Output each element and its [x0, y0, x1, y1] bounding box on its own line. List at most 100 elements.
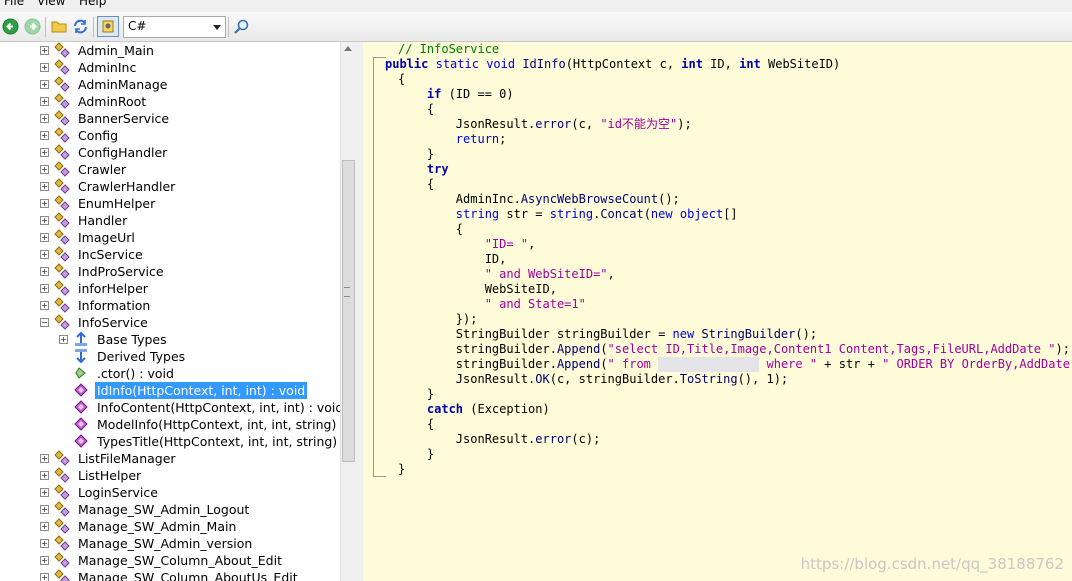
- class-icon: [54, 467, 70, 483]
- expand-icon[interactable]: +: [40, 267, 49, 276]
- tree-label: TypesTitle(HttpContext, int, int, string…: [97, 434, 340, 449]
- menu-file[interactable]: File: [4, 0, 24, 8]
- code-line: JsonResult.error(c, "id不能为空");: [455, 117, 692, 131]
- class-icon: [54, 42, 70, 58]
- code-line: stringBuilder.Append("select ID,Title,Im…: [455, 342, 1070, 356]
- collapse-icon[interactable]: −: [40, 318, 49, 327]
- expand-icon[interactable]: +: [40, 97, 49, 106]
- tree-label: Information: [78, 298, 151, 313]
- search-icon[interactable]: [233, 18, 250, 35]
- class-icon: [54, 501, 70, 517]
- tree-label: ImageUrl: [78, 230, 135, 245]
- forward-arrow-icon[interactable]: [24, 18, 41, 35]
- code-line: " and WebSiteID=",: [484, 267, 615, 281]
- class-icon: [54, 59, 70, 75]
- options-icon[interactable]: [97, 16, 119, 37]
- class-icon: [54, 246, 70, 262]
- expand-icon[interactable]: +: [40, 573, 49, 581]
- class-icon: [54, 229, 70, 245]
- code-line: {: [426, 102, 435, 116]
- code-line: string str = string.Concat(new object[]: [455, 207, 738, 221]
- base-types-icon: [75, 331, 87, 346]
- tree-label: Manage_SW_Column_About_Edit: [78, 553, 282, 568]
- expand-icon[interactable]: +: [40, 505, 49, 514]
- watermark: https://blog.csdn.net/qq_38188762: [800, 555, 1064, 573]
- method-icon: [74, 417, 88, 431]
- expand-icon[interactable]: +: [40, 80, 49, 89]
- class-icon: [54, 110, 70, 126]
- class-icon: [54, 450, 70, 466]
- expand-icon[interactable]: +: [40, 216, 49, 225]
- toolbar: C#: [0, 12, 1072, 42]
- class-icon: [54, 552, 70, 568]
- code-line: try: [426, 162, 449, 176]
- code-line: JsonResult.error(c);: [455, 432, 601, 446]
- expand-icon[interactable]: +: [40, 46, 49, 55]
- tree-label: ConfigHandler: [78, 145, 168, 160]
- tree-label: Admin_Main: [78, 43, 154, 58]
- class-icon: [54, 297, 70, 313]
- tree-label: CrawlerHandler: [78, 179, 176, 194]
- expand-icon[interactable]: +: [40, 522, 49, 531]
- code-view[interactable]: // InfoService public static void IdInfo…: [363, 42, 1072, 581]
- code-line: }: [426, 447, 435, 461]
- class-icon: [54, 280, 70, 296]
- expand-icon[interactable]: +: [40, 182, 49, 191]
- expand-icon[interactable]: +: [40, 233, 49, 242]
- class-icon: [54, 569, 70, 581]
- code-line: stringBuilder.Append(" from xxxxxxxxxxxx…: [455, 357, 1072, 372]
- class-icon: [54, 535, 70, 551]
- refresh-icon[interactable]: [72, 18, 89, 35]
- method-icon: [74, 383, 88, 397]
- tree-scrollbar[interactable]: [340, 42, 355, 581]
- tree-label: ListFileManager: [78, 451, 176, 466]
- menu-view[interactable]: View: [37, 0, 65, 8]
- expand-icon[interactable]: +: [40, 199, 49, 208]
- class-icon: [54, 518, 70, 534]
- code-line: return;: [455, 132, 507, 146]
- expand-icon[interactable]: +: [40, 556, 49, 565]
- expand-icon[interactable]: +: [40, 488, 49, 497]
- expand-icon[interactable]: +: [40, 301, 49, 310]
- open-folder-icon[interactable]: [51, 18, 68, 35]
- code-line: JsonResult.OK(c, stringBuilder.ToString(…: [455, 372, 789, 386]
- class-icon: [54, 212, 70, 228]
- toolbar-separator: [45, 17, 46, 37]
- expand-icon[interactable]: +: [59, 335, 68, 344]
- expand-icon[interactable]: +: [40, 539, 49, 548]
- tree-label: AdminRoot: [78, 94, 147, 109]
- code-line: {: [398, 72, 406, 86]
- expand-icon[interactable]: +: [40, 454, 49, 463]
- code-line: }: [398, 462, 406, 476]
- expand-icon[interactable]: +: [40, 284, 49, 293]
- tree-label: LoginService: [78, 485, 158, 500]
- back-arrow-icon[interactable]: [2, 18, 19, 35]
- menu-bar: File View Help: [0, 0, 1072, 12]
- tree-label: Manage_SW_Admin_Main: [78, 519, 237, 534]
- expand-icon[interactable]: +: [40, 471, 49, 480]
- menu-help[interactable]: Help: [79, 0, 106, 8]
- method-icon: [74, 400, 88, 414]
- tree-label: Manage_SW_Admin_version: [78, 536, 253, 551]
- expand-icon[interactable]: +: [40, 148, 49, 157]
- tree-label: BannerService: [78, 111, 170, 126]
- tree-label: Manage_SW_Column_AboutUs_Edit: [78, 570, 298, 581]
- tree-label: Base Types: [97, 332, 167, 347]
- expand-icon[interactable]: +: [40, 165, 49, 174]
- language-select[interactable]: C#: [123, 16, 226, 38]
- expand-icon[interactable]: +: [40, 250, 49, 259]
- code-line: }: [426, 387, 435, 401]
- scroll-up-arrow-icon[interactable]: [344, 46, 352, 51]
- code-line: if (ID == 0): [426, 87, 514, 101]
- scrollbar-thumb[interactable]: [342, 160, 355, 462]
- expand-icon[interactable]: +: [40, 114, 49, 123]
- class-icon: [54, 93, 70, 109]
- tree-label: .ctor() : void: [97, 366, 174, 381]
- code-line: {: [426, 417, 435, 431]
- class-icon: [54, 76, 70, 92]
- redacted-text: xxxxxxxxxxxxxx: [658, 357, 760, 372]
- code-line: }: [426, 147, 435, 161]
- expand-icon[interactable]: +: [40, 131, 49, 140]
- language-value: C#: [128, 19, 147, 33]
- expand-icon[interactable]: +: [40, 63, 49, 72]
